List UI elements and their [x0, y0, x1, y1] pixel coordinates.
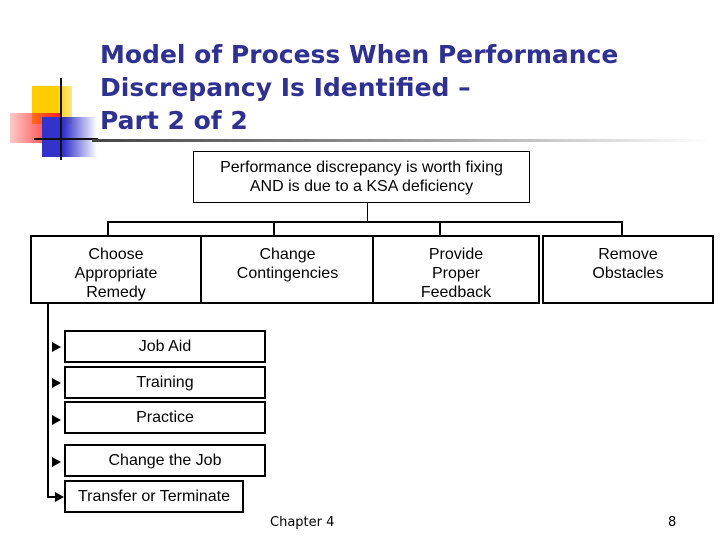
- slide-title: Model of Process When Performance Discre…: [100, 38, 700, 137]
- arrow-right-icon: [52, 415, 61, 425]
- category-3-line-2: Proper: [431, 265, 481, 282]
- header-line-2: AND is due to a KSA deficiency: [249, 178, 474, 195]
- category-4-line-1: Remove: [598, 246, 658, 263]
- remedy-label: Job Aid: [138, 338, 192, 355]
- arrow-right-icon: [55, 492, 64, 502]
- category-3-line-1: Provide: [428, 246, 484, 263]
- remedy-box-transfer-or-terminate: Transfer or Terminate: [64, 480, 244, 513]
- connector-drop-2: [273, 221, 275, 235]
- category-3-line-3: Feedback: [420, 284, 492, 301]
- remedy-box-job-aid: Job Aid: [64, 330, 266, 363]
- footer-chapter: Chapter 4: [270, 515, 335, 530]
- category-box-choose-remedy: Choose Appropriate Remedy: [30, 235, 202, 304]
- title-line-3: Part 2 of 2: [100, 106, 248, 135]
- footer-page-number: 8: [668, 515, 677, 530]
- connector-bar: [107, 221, 623, 223]
- remedy-box-training: Training: [64, 366, 266, 399]
- remedy-box-change-the-job: Change the Job: [64, 444, 266, 477]
- connector-stem: [367, 203, 368, 222]
- header-line-1: Performance discrepancy is worth fixing: [220, 159, 503, 176]
- connector-drop-3: [439, 221, 441, 235]
- category-1-line-1: Choose: [88, 246, 144, 263]
- category-box-change-contingencies: Change Contingencies: [200, 235, 375, 304]
- arrow-right-icon: [52, 378, 61, 388]
- category-box-provide-feedback: Provide Proper Feedback: [372, 235, 540, 304]
- category-2-line-1: Change: [259, 246, 316, 263]
- title-line-1: Model of Process When Performance: [100, 40, 619, 69]
- decorative-vertical-line: [60, 78, 62, 160]
- remedy-label: Change the Job: [108, 452, 222, 469]
- header-box-ksa-deficiency: Performance discrepancy is worth fixing …: [193, 151, 530, 203]
- category-1-line-3: Remedy: [86, 284, 146, 301]
- category-1-line-2: Appropriate: [74, 265, 158, 282]
- category-4-line-2: Obstacles: [592, 265, 664, 282]
- connector-drop-1: [107, 221, 109, 235]
- category-box-remove-obstacles: Remove Obstacles: [542, 235, 714, 304]
- arrow-right-icon: [52, 342, 61, 352]
- connector-drop-4: [621, 221, 623, 235]
- remedy-label: Practice: [136, 409, 194, 426]
- decorative-horizontal-line: [34, 138, 98, 140]
- decorative-blue-square: [42, 117, 97, 157]
- category-2-line-2: Contingencies: [236, 265, 339, 282]
- remedy-branch-line: [47, 304, 49, 498]
- arrow-right-icon: [52, 457, 61, 467]
- remedy-label: Training: [136, 374, 194, 391]
- remedy-box-practice: Practice: [64, 401, 266, 434]
- title-underline: [92, 139, 712, 142]
- title-line-2: Discrepancy Is Identified –: [100, 73, 471, 102]
- remedy-label: Transfer or Terminate: [77, 488, 231, 505]
